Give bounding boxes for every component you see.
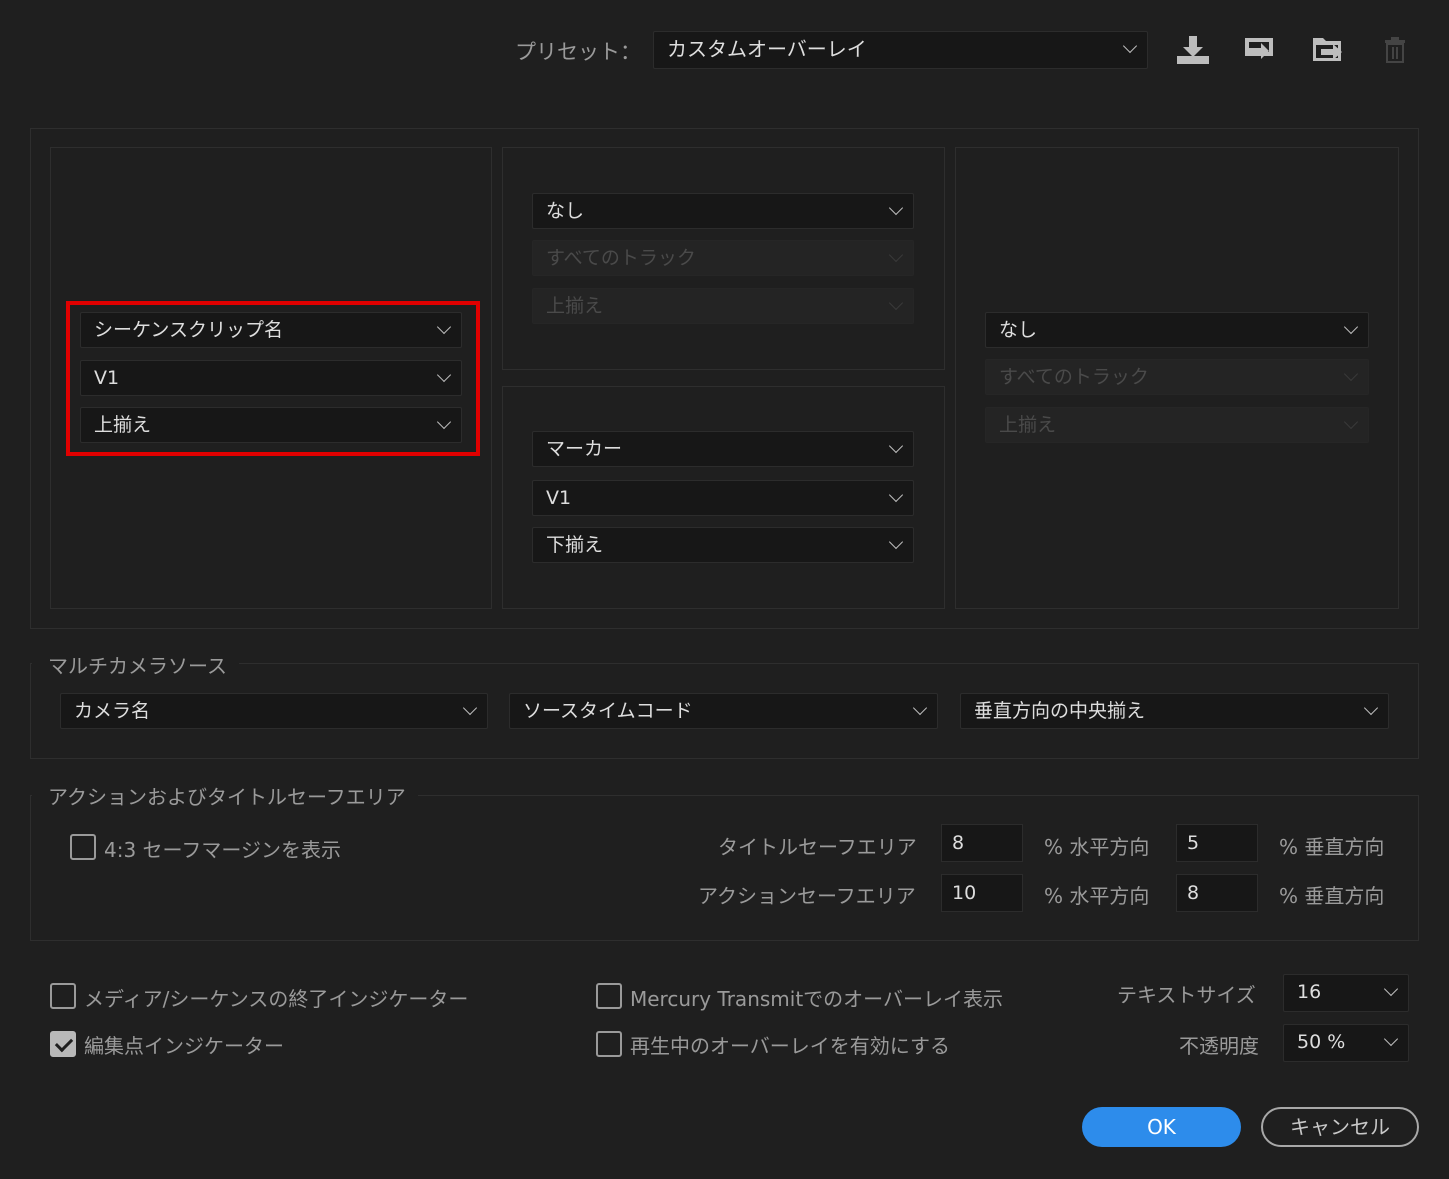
chevron-down-icon (462, 700, 478, 716)
opacity-dropdown[interactable]: 50 % (1283, 1024, 1409, 1062)
title-safe-h-unit: % 水平方向 (1044, 835, 1150, 859)
edit-point-label: 編集点インジケーター (84, 1034, 284, 1058)
action-safe-label: アクションセーフエリア (698, 884, 916, 908)
ok-button[interactable]: OK (1082, 1107, 1241, 1147)
multicam-align-value: 垂直方向の中央揃え (974, 700, 1146, 722)
chevron-down-icon (888, 200, 904, 216)
multicam-timecode-value: ソースタイムコード (523, 700, 693, 722)
center-top-track-dropdown: すべてのトラック (532, 240, 914, 276)
chevron-down-icon (1363, 700, 1379, 716)
action-safe-v-unit: % 垂直方向 (1279, 884, 1385, 908)
chevron-down-icon (436, 319, 452, 335)
import-icon[interactable] (1175, 34, 1211, 66)
save-preset-icon[interactable] (1243, 34, 1277, 64)
delete-icon[interactable] (1384, 36, 1406, 64)
center-bottom-track-dropdown[interactable]: V1 (532, 480, 914, 516)
center-top-track-value: すべてのトラック (546, 247, 696, 269)
text-size-label: テキストサイズ (1117, 983, 1256, 1007)
preset-dropdown[interactable]: カスタムオーバーレイ (653, 31, 1148, 69)
right-source-dropdown[interactable]: なし (985, 312, 1369, 348)
chevron-down-icon (1343, 366, 1359, 382)
multicam-align-dropdown[interactable]: 垂直方向の中央揃え (960, 693, 1389, 729)
opacity-value: 50 % (1297, 1031, 1346, 1053)
action-safe-v-input[interactable]: 8 (1176, 874, 1258, 912)
left-track-dropdown[interactable]: V1 (80, 360, 462, 396)
right-track-dropdown: すべてのトラック (985, 359, 1369, 395)
chevron-down-icon (1343, 319, 1359, 335)
show-43-checkbox[interactable] (70, 834, 96, 860)
show-43-label: 4:3 セーフマージンを表示 (104, 838, 341, 862)
action-safe-h-unit: % 水平方向 (1044, 884, 1150, 908)
chevron-down-icon (1343, 414, 1359, 430)
media-end-checkbox[interactable] (50, 983, 76, 1009)
chevron-down-icon (1383, 1031, 1399, 1047)
center-bottom-source-dropdown[interactable]: マーカー (532, 431, 914, 467)
preset-label: プリセット： (515, 40, 641, 64)
center-top-align-value: 上揃え (546, 295, 604, 317)
left-track-value: V1 (94, 367, 120, 389)
cancel-button[interactable]: キャンセル (1261, 1107, 1419, 1147)
left-align-value: 上揃え (94, 414, 152, 436)
center-top-source-dropdown[interactable]: なし (532, 193, 914, 229)
safe-area-panel (30, 795, 1419, 941)
chevron-down-icon (912, 700, 928, 716)
chevron-down-icon (888, 534, 904, 550)
left-align-dropdown[interactable]: 上揃え (80, 407, 462, 443)
chevron-down-icon (1122, 38, 1138, 54)
multicam-timecode-dropdown[interactable]: ソースタイムコード (509, 693, 938, 729)
left-source-value: シーケンスクリップ名 (94, 319, 284, 341)
multicam-camera-value: カメラ名 (74, 700, 151, 722)
chevron-down-icon (888, 295, 904, 311)
action-safe-h-input[interactable]: 10 (941, 874, 1023, 912)
safe-area-title: アクションおよびタイトルセーフエリア (32, 781, 418, 810)
center-bottom-track-value: V1 (546, 487, 572, 509)
chevron-down-icon (888, 487, 904, 503)
preset-value: カスタムオーバーレイ (667, 37, 867, 61)
center-bottom-align-value: 下揃え (546, 534, 604, 556)
center-top-align-dropdown: 上揃え (532, 288, 914, 324)
center-bottom-align-dropdown[interactable]: 下揃え (532, 527, 914, 563)
chevron-down-icon (436, 367, 452, 383)
center-bottom-source-value: マーカー (546, 438, 623, 460)
chevron-down-icon (888, 247, 904, 263)
multicam-title: マルチカメラソース (32, 650, 239, 679)
text-size-value: 16 (1297, 981, 1322, 1003)
chevron-down-icon (436, 414, 452, 430)
playback-label: 再生中のオーバーレイを有効にする (630, 1034, 950, 1058)
title-safe-h-input[interactable]: 8 (941, 824, 1023, 862)
opacity-label: 不透明度 (1179, 1034, 1259, 1058)
multicam-camera-dropdown[interactable]: カメラ名 (60, 693, 488, 729)
right-align-dropdown: 上揃え (985, 407, 1369, 443)
title-safe-label: タイトルセーフエリア (718, 835, 917, 859)
right-align-value: 上揃え (999, 414, 1057, 436)
edit-point-checkbox[interactable] (50, 1031, 76, 1057)
right-source-value: なし (999, 319, 1038, 341)
right-track-value: すべてのトラック (999, 366, 1149, 388)
left-source-dropdown[interactable]: シーケンスクリップ名 (80, 312, 462, 348)
media-end-label: メディア/シーケンスの終了インジケーター (84, 987, 469, 1011)
chevron-down-icon (1383, 981, 1399, 997)
title-safe-v-unit: % 垂直方向 (1279, 835, 1385, 859)
text-size-dropdown[interactable]: 16 (1283, 974, 1409, 1012)
playback-checkbox[interactable] (596, 1031, 622, 1057)
center-top-source-value: なし (546, 200, 585, 222)
title-safe-v-input[interactable]: 5 (1176, 824, 1258, 862)
mercury-label: Mercury Transmitでのオーバーレイ表示 (630, 987, 1003, 1011)
chevron-down-icon (888, 438, 904, 454)
export-preset-icon[interactable] (1311, 32, 1347, 66)
mercury-checkbox[interactable] (596, 983, 622, 1009)
